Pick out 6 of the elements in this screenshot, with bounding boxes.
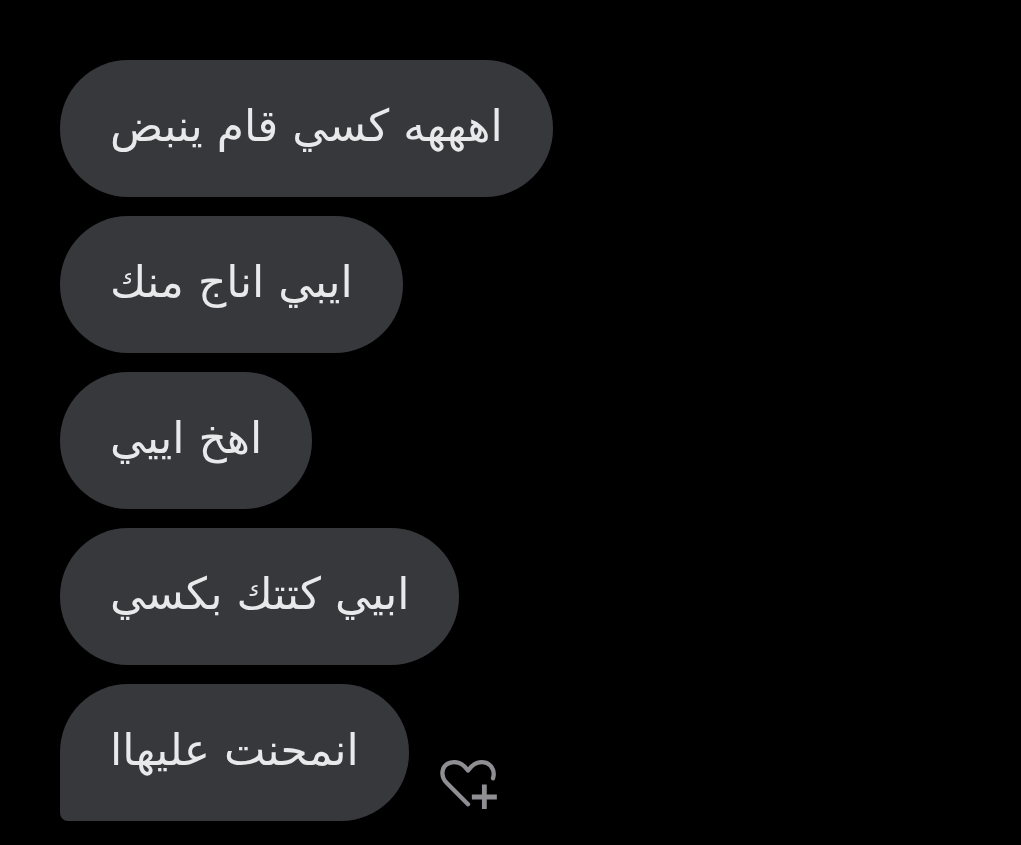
heart-plus-icon[interactable] — [438, 759, 497, 809]
message-bubble: اهههه كسي قام ينبض — [60, 60, 553, 197]
message-bubble: اهخ اييي — [60, 372, 313, 509]
message-bubble: ايبي اناج منك — [60, 216, 403, 353]
message-bubble: انمحنت عليهاا — [60, 684, 409, 821]
message-bubble: ابيي كتتك بكسي — [60, 528, 460, 665]
